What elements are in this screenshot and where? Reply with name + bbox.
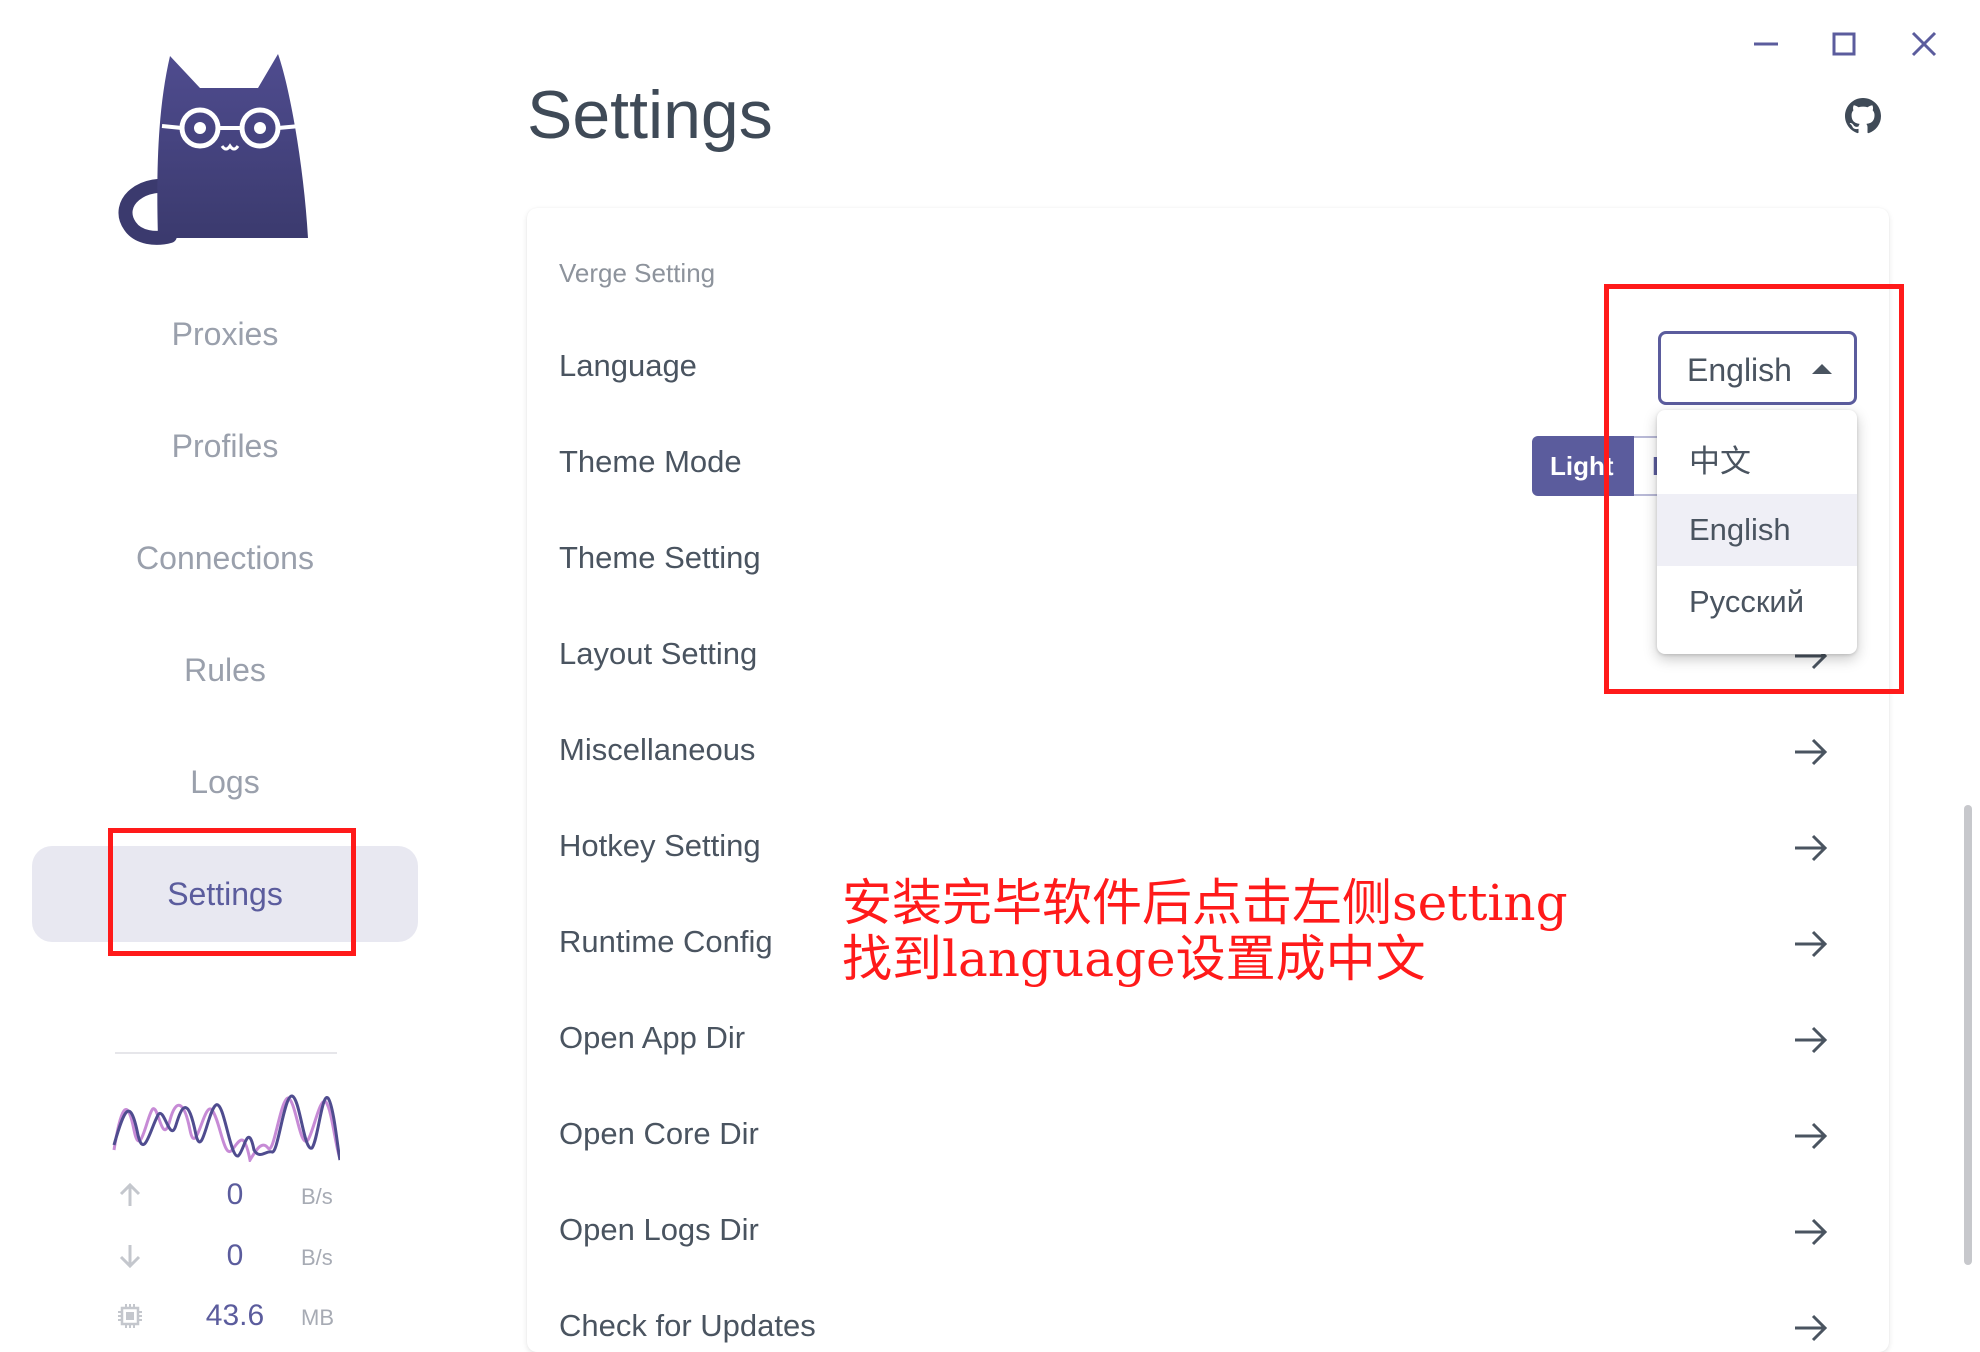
sidebar-item-label: Profiles xyxy=(171,427,279,464)
annotation-line-2: 找到language设置成中文 xyxy=(842,930,1426,988)
arrow-down-icon xyxy=(119,1245,141,1269)
minimize-icon[interactable] xyxy=(1744,22,1788,66)
setting-row-miscellaneous[interactable]: Miscellaneous xyxy=(527,704,1889,800)
sidebar-divider xyxy=(115,1052,337,1054)
github-icon[interactable] xyxy=(1845,98,1881,134)
memory-stat: 43.6 MB xyxy=(115,1293,345,1343)
setting-row-open-logs-dir[interactable]: Open Logs Dir xyxy=(527,1184,1889,1280)
download-value: 0 xyxy=(226,1239,244,1272)
arrow-right-icon xyxy=(1795,834,1828,862)
setting-label: Open Logs Dir xyxy=(559,1212,759,1247)
setting-label: Hotkey Setting xyxy=(559,828,761,863)
upload-value: 0 xyxy=(226,1178,244,1211)
annotation-box-settings xyxy=(108,828,356,956)
sidebar-item-label: Logs xyxy=(190,763,260,800)
sidebar-item-profiles[interactable]: Profiles xyxy=(32,398,418,494)
sidebar-item-label: Connections xyxy=(136,539,314,576)
traffic-graph xyxy=(112,1094,340,1162)
setting-label: Miscellaneous xyxy=(559,732,756,767)
setting-label: Check for Updates xyxy=(559,1308,816,1343)
setting-label: Theme Mode xyxy=(559,444,742,479)
download-stat: 0 B/s xyxy=(115,1233,345,1283)
arrow-right-icon xyxy=(1795,1026,1828,1054)
app-window: Proxies Profiles Connections Rules Logs … xyxy=(0,0,1980,1352)
section-header: Verge Setting xyxy=(559,258,716,288)
download-unit: B/s xyxy=(301,1245,333,1270)
arrow-up-icon xyxy=(119,1182,141,1206)
sidebar-item-label: Rules xyxy=(184,651,266,688)
scrollbar-thumb[interactable] xyxy=(1964,805,1972,1265)
arrow-right-icon xyxy=(1795,1314,1828,1342)
sidebar-item-connections[interactable]: Connections xyxy=(32,510,418,606)
arrow-right-icon xyxy=(1795,738,1828,766)
annotation-box-language xyxy=(1604,284,1904,694)
memory-chip-icon xyxy=(118,1304,142,1328)
setting-label: Open Core Dir xyxy=(559,1116,759,1151)
upload-unit: B/s xyxy=(301,1184,333,1209)
close-icon[interactable] xyxy=(1902,22,1946,66)
memory-value: 43.6 xyxy=(205,1299,265,1332)
arrow-right-icon xyxy=(1795,930,1828,958)
arrow-right-icon xyxy=(1795,1218,1828,1246)
setting-label: Open App Dir xyxy=(559,1020,746,1055)
arrow-right-icon xyxy=(1795,1122,1828,1150)
annotation-text: 安装完毕软件后点击左侧setting 找到language设置成中文 xyxy=(842,875,1568,987)
sidebar: Proxies Profiles Connections Rules Logs … xyxy=(0,0,455,1352)
sidebar-item-rules[interactable]: Rules xyxy=(32,622,418,718)
setting-label: Layout Setting xyxy=(559,636,758,671)
sidebar-item-label: Proxies xyxy=(171,315,279,352)
sidebar-item-proxies[interactable]: Proxies xyxy=(32,286,418,382)
setting-label: Theme Setting xyxy=(559,540,761,575)
sidebar-item-logs[interactable]: Logs xyxy=(32,734,418,830)
setting-label: Language xyxy=(559,348,697,383)
annotation-line-1: 安装完毕软件后点击左侧setting xyxy=(842,874,1568,932)
page-title: Settings xyxy=(527,77,773,153)
setting-label: Runtime Config xyxy=(559,924,773,959)
setting-row-open-app-dir[interactable]: Open App Dir xyxy=(527,992,1889,1088)
upload-stat: 0 B/s xyxy=(115,1172,345,1222)
memory-unit: MB xyxy=(301,1305,334,1330)
setting-row-open-core-dir[interactable]: Open Core Dir xyxy=(527,1088,1889,1184)
cat-logo xyxy=(118,54,308,245)
setting-row-check-for-updates[interactable]: Check for Updates xyxy=(527,1280,1889,1352)
maximize-icon[interactable] xyxy=(1822,22,1866,66)
